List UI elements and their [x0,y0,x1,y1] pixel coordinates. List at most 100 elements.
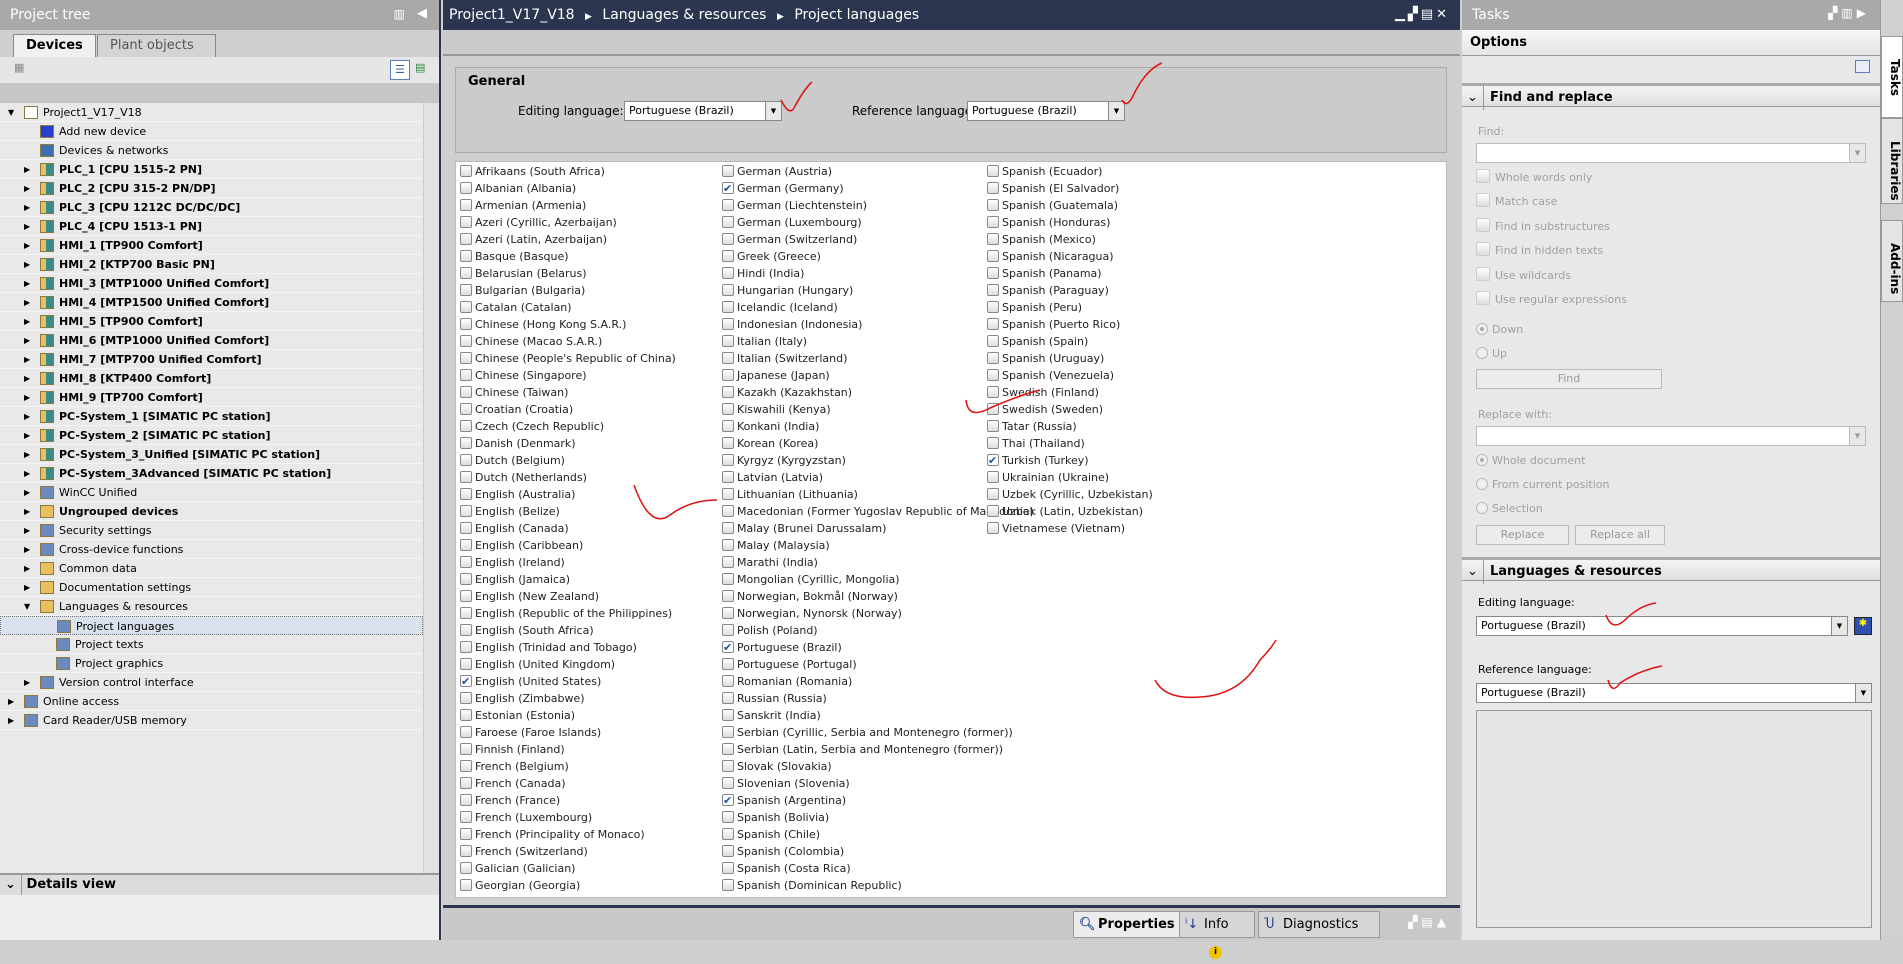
checkbox-icon[interactable] [460,828,472,840]
checkbox-icon[interactable] [987,267,999,279]
checkbox-icon[interactable] [722,828,734,840]
checkbox-icon[interactable] [460,641,472,653]
find-option-checkbox[interactable]: Whole words only [1476,169,1592,187]
tree-item[interactable]: ▶ PLC_4 [CPU 1513-1 PN] [0,217,423,236]
language-checkbox-item[interactable]: Uzbek (Latin, Uzbekistan) [987,503,1143,520]
tree-item[interactable]: ▼ Project1_V17_V18 [0,103,423,122]
tree-item[interactable]: ▶ HMI_8 [KTP400 Comfort] [0,369,423,388]
languages-resources-header[interactable]: ⌄ Languages & resources [1462,557,1880,584]
language-checkbox-item[interactable]: Spanish (Honduras) [987,214,1110,231]
checkbox-icon[interactable] [460,692,472,704]
language-checkbox-item[interactable]: English (United States) [460,673,601,690]
language-checkbox-item[interactable]: English (Jamaica) [460,571,570,588]
checkbox-icon[interactable] [722,777,734,789]
checkbox-icon[interactable] [722,318,734,330]
checkbox-icon[interactable] [722,658,734,670]
side-tab-add-ins[interactable]: Add-ins [1881,220,1903,302]
language-settings-icon[interactable]: ✱ [1854,617,1872,635]
checkbox-icon[interactable] [460,420,472,432]
checkbox-icon[interactable] [460,743,472,755]
tree-item[interactable]: ▶ HMI_2 [KTP700 Basic PN] [0,255,423,274]
language-checkbox-item[interactable]: Armenian (Armenia) [460,197,586,214]
checkbox-icon[interactable] [722,335,734,347]
language-checkbox-item[interactable]: Catalan (Catalan) [460,299,572,316]
language-checkbox-item[interactable]: Serbian (Latin, Serbia and Montenegro (f… [722,741,1003,758]
language-checkbox-item[interactable]: Spanish (El Salvador) [987,180,1119,197]
replace-all-button[interactable]: Replace all [1575,525,1665,545]
language-checkbox-item[interactable]: English (Caribbean) [460,537,583,554]
checkbox-icon[interactable] [722,403,734,415]
language-checkbox-item[interactable]: Hindi (India) [722,265,804,282]
checkbox-icon[interactable] [460,522,472,534]
expand-arrow-icon[interactable]: ▶ [24,312,34,331]
checkbox-icon[interactable] [460,879,472,891]
checkbox-icon[interactable] [460,488,472,500]
language-checkbox-item[interactable]: Malay (Brunei Darussalam) [722,520,886,537]
checkbox-icon[interactable] [1476,266,1490,281]
expand-arrow-icon[interactable]: ▶ [24,502,34,521]
language-checkbox-item[interactable]: Portuguese (Brazil) [722,639,842,656]
language-checkbox-item[interactable]: Turkish (Turkey) [987,452,1089,469]
language-checkbox-item[interactable]: Malay (Malaysia) [722,537,830,554]
language-checkbox-item[interactable]: Swedish (Finland) [987,384,1099,401]
language-checkbox-item[interactable]: Faroese (Faroe Islands) [460,724,601,741]
checkbox-icon[interactable] [460,165,472,177]
split-icon[interactable]: ▥ [394,7,405,21]
checkbox-icon[interactable] [460,267,472,279]
language-checkbox-item[interactable]: Belarusian (Belarus) [460,265,587,282]
expand-arrow-icon[interactable]: ▶ [24,236,34,255]
expand-arrow-icon[interactable]: ▶ [24,445,34,464]
checkbox-icon[interactable] [987,284,999,296]
replace-button[interactable]: Replace [1476,525,1569,545]
checkbox-icon[interactable] [460,658,472,670]
checkbox-icon[interactable] [460,845,472,857]
checkbox-icon[interactable] [460,760,472,772]
tree-item[interactable]: ▼ Languages & resources [0,597,423,616]
expand-arrow-icon[interactable]: ▶ [24,350,34,369]
checkbox-icon[interactable] [987,352,999,364]
language-checkbox-item[interactable]: Romanian (Romania) [722,673,852,690]
checkbox-icon[interactable] [460,794,472,806]
tree-item[interactable]: ▶ HMI_5 [TP900 Comfort] [0,312,423,331]
language-checkbox-item[interactable]: Afrikaans (South Africa) [460,163,605,180]
checkbox-icon[interactable] [722,233,734,245]
language-checkbox-item[interactable]: Dutch (Belgium) [460,452,565,469]
checkbox-icon[interactable] [722,675,734,687]
expand-arrow-icon[interactable]: ▶ [24,521,34,540]
refresh-view-icon[interactable]: ▤ [415,61,425,74]
checkbox-icon[interactable] [722,505,734,517]
checkbox-icon[interactable] [722,639,734,656]
checkbox-icon[interactable] [1476,193,1490,208]
checkbox-icon[interactable] [460,624,472,636]
language-checkbox-item[interactable]: Chinese (People's Republic of China) [460,350,676,367]
expand-arrow-icon[interactable]: ▶ [8,692,18,711]
checkbox-icon[interactable] [722,556,734,568]
tree-item[interactable]: Project languages [0,616,423,635]
language-checkbox-item[interactable]: Ukrainian (Ukraine) [987,469,1109,486]
side-tab-libraries[interactable]: Libraries [1881,118,1903,204]
breadcrumb-project-languages[interactable]: Project languages [794,7,919,23]
checkbox-icon[interactable] [460,673,472,690]
language-checkbox-item[interactable]: German (Germany) [722,180,844,197]
checkbox-icon[interactable] [722,760,734,772]
checkbox-icon[interactable] [722,590,734,602]
tab-info[interactable]: ⁱ↓ Info i [1179,911,1255,959]
checkbox-icon[interactable] [722,709,734,721]
checkbox-icon[interactable] [722,862,734,874]
checkbox-icon[interactable] [722,216,734,228]
checkbox-icon[interactable] [460,471,472,483]
language-checkbox-item[interactable]: English (Australia) [460,486,575,503]
checkbox-icon[interactable] [987,471,999,483]
tree-item[interactable]: ▶ HMI_3 [MTP1000 Unified Comfort] [0,274,423,293]
tree-item[interactable]: ▶ Online access [0,692,423,711]
checkbox-icon[interactable] [987,386,999,398]
checkbox-icon[interactable] [722,352,734,364]
checkbox-icon[interactable] [460,233,472,245]
language-checkbox-item[interactable]: French (Switzerland) [460,843,588,860]
language-checkbox-item[interactable]: Spanish (Peru) [987,299,1082,316]
checkbox-icon[interactable] [460,318,472,330]
language-checkbox-item[interactable]: English (Zimbabwe) [460,690,585,707]
inspector-window-controls[interactable]: ▞▤▲ [1408,915,1450,929]
language-checkbox-item[interactable]: Spanish (Colombia) [722,843,844,860]
checkbox-icon[interactable] [722,437,734,449]
